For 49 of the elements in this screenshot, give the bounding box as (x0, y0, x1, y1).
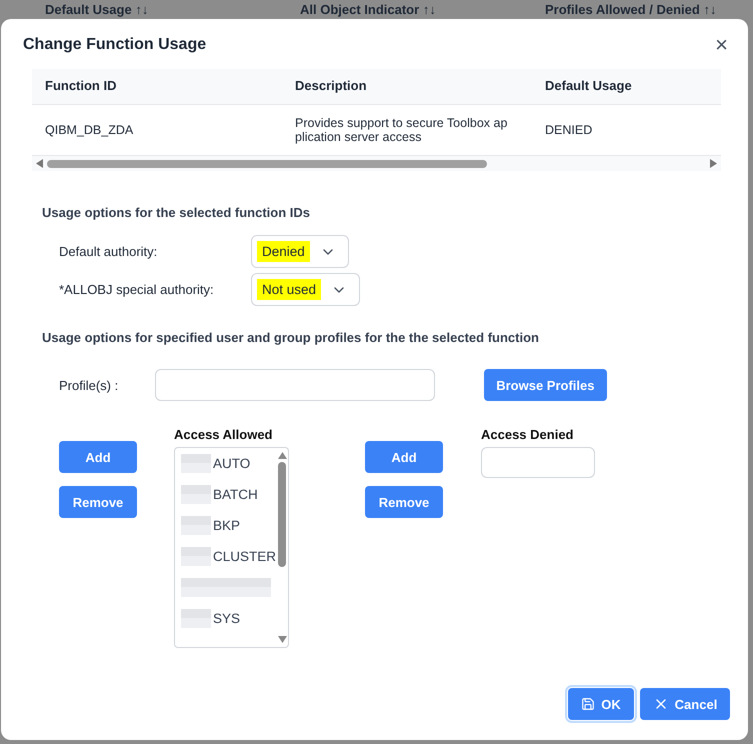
remove-button[interactable]: Remove (365, 486, 443, 518)
dropdown[interactable]: Denied (251, 235, 349, 268)
scroll-down-icon[interactable] (278, 636, 286, 643)
scroll-right-icon[interactable] (710, 159, 717, 168)
list-item[interactable]: AUTO (181, 454, 276, 473)
item-text: AUTO (213, 456, 250, 471)
list-item[interactable]: BKP (181, 516, 276, 535)
scrollbar-thumb[interactable] (47, 160, 487, 168)
background-column-header: Profiles Allowed / Denied ↑↓ (545, 2, 718, 17)
column-header: Function ID (44, 79, 118, 94)
background-column-header: All Object Indicator ↑↓ (300, 2, 437, 17)
table-cell-text: QIBM_DB_ZDA (44, 122, 134, 138)
column-header: Default Usage (544, 79, 633, 94)
table-cell-text: Provides support to secure Toolbox ap plication server access (294, 116, 508, 144)
browse-profiles-button[interactable]: Browse Profiles (484, 369, 606, 401)
close-button[interactable]: × (715, 34, 728, 56)
list-label: Access Allowed (174, 429, 274, 441)
item-text: BATCH (213, 487, 258, 502)
ok-button[interactable]: OK (568, 688, 634, 720)
scroll-left-icon[interactable] (36, 159, 43, 168)
item-text: SYS (213, 611, 240, 626)
section-heading: Usage options for specified user and group profiles for the the selected function (41, 330, 540, 345)
cancel-button[interactable]: Cancel (640, 688, 730, 720)
list-item[interactable]: BATCH (181, 485, 276, 504)
item-text: CLUSTER (213, 549, 276, 564)
list-label: Access Denied (481, 429, 574, 441)
scrollbar-thumb[interactable] (278, 462, 286, 567)
section-heading: Usage options for the selected function IDs (41, 205, 311, 220)
dialog-title: Change Function Usage (23, 36, 206, 54)
background-column-header: Default Usage ↑↓ (45, 2, 150, 17)
add-button[interactable]: Add (59, 441, 137, 473)
table-cell-text: DENIED (544, 122, 594, 138)
remove-button[interactable]: Remove (59, 486, 137, 518)
dropdown[interactable]: Not used (251, 273, 360, 306)
add-button[interactable]: Add (365, 441, 443, 473)
save-icon (581, 697, 596, 711)
dropdown-value: Denied (257, 241, 310, 262)
scroll-up-icon[interactable] (278, 452, 286, 459)
list-item[interactable]: SYS (181, 609, 276, 628)
dropdown-value: Not used (257, 279, 322, 300)
field-label: *ALLOBJ special authority: (59, 282, 215, 297)
column-header: Description (294, 79, 368, 94)
access-denied-field[interactable] (481, 447, 595, 478)
item-text: BKP (213, 518, 240, 533)
field-label: Profile(s) : (59, 378, 118, 392)
field-label: Default authority: (59, 244, 158, 259)
horizontal-scrollbar[interactable] (32, 156, 721, 171)
profile-input[interactable] (155, 369, 436, 401)
list-item[interactable]: CLUSTER (181, 547, 276, 566)
